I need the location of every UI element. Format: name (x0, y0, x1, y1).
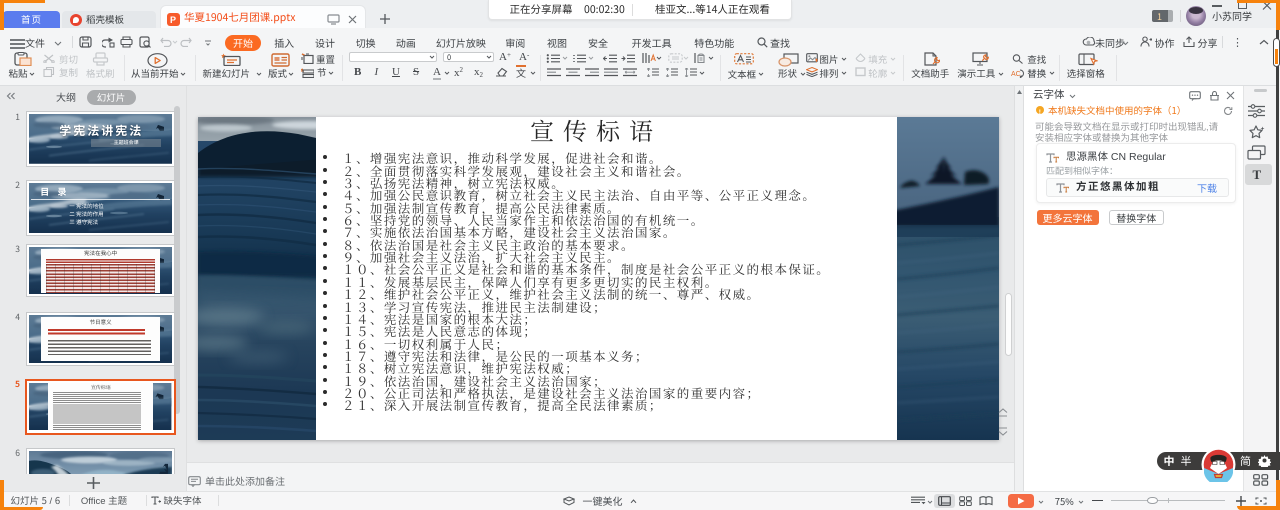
svg-text:AC: AC (1011, 71, 1021, 78)
